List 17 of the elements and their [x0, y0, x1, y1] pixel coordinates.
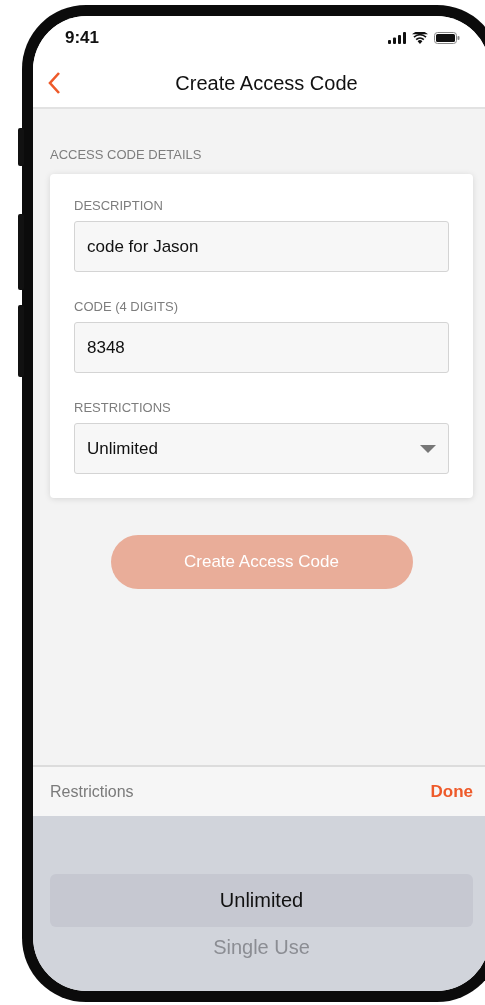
field-label: CODE (4 DIGITS) [74, 299, 179, 314]
battery-icon [434, 31, 460, 44]
caret-icon [420, 444, 436, 453]
dropdown-value: Unlimited [87, 438, 158, 459]
input-field[interactable]: 8348 [74, 322, 449, 373]
picker-title: Restrictions [50, 782, 134, 801]
field-label: DESCRIPTION [74, 198, 164, 213]
status-time: 9:41 [65, 27, 100, 48]
section-title: ACCESS CODE DETAILS [50, 147, 203, 162]
picker-option[interactable]: Unlimited [50, 874, 473, 927]
back-icon[interactable] [47, 71, 61, 95]
field-label: RESTRICTIONS [74, 400, 172, 415]
wifi-icon [412, 31, 428, 44]
restrictions-dropdown[interactable]: Unlimited [74, 423, 449, 474]
input-field[interactable]: code for Jason [74, 221, 449, 272]
screen-title: Create Access Code [174, 71, 359, 95]
signal-icon [388, 31, 406, 44]
